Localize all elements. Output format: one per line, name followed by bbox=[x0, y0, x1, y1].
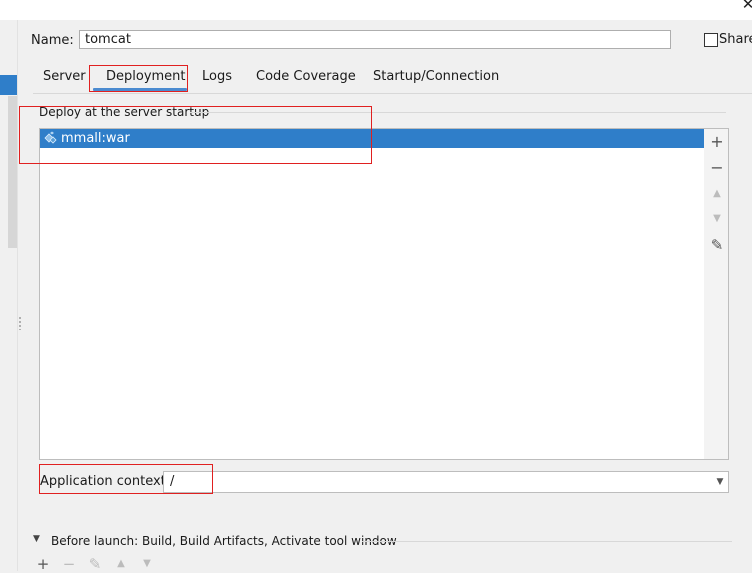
move-up-icon[interactable]: ▲ bbox=[707, 184, 727, 204]
before-launch-label: Before launch: Build, Build Artifacts, A… bbox=[51, 534, 397, 548]
tab-startup-connection[interactable]: Startup/Connection bbox=[367, 67, 505, 87]
left-panel-scrollbar[interactable] bbox=[8, 96, 17, 248]
chevron-down-icon[interactable]: ▼ bbox=[713, 472, 727, 492]
annotation-box-application-context bbox=[39, 464, 213, 494]
before-launch-add-icon[interactable]: + bbox=[35, 556, 51, 572]
edit-icon[interactable]: ✎ bbox=[707, 235, 727, 255]
before-launch-remove-icon[interactable]: − bbox=[61, 556, 77, 572]
before-launch-edit-icon[interactable]: ✎ bbox=[87, 556, 103, 572]
before-launch-move-up-icon[interactable]: ▲ bbox=[113, 556, 129, 572]
add-icon[interactable]: + bbox=[707, 132, 727, 152]
tab-server[interactable]: Server bbox=[37, 67, 92, 87]
tab-logs[interactable]: Logs bbox=[196, 67, 238, 87]
close-icon[interactable]: ✕ bbox=[741, 0, 752, 12]
tab-code-coverage[interactable]: Code Coverage bbox=[250, 67, 362, 87]
share-label[interactable]: Share bbox=[719, 32, 752, 47]
name-label: Name: bbox=[31, 33, 74, 48]
before-launch-divider bbox=[362, 541, 732, 542]
annotation-box-deployment-tab bbox=[89, 65, 188, 92]
before-launch-move-down-icon[interactable]: ▼ bbox=[139, 556, 155, 572]
left-panel-selected-item[interactable] bbox=[0, 75, 17, 95]
splitter-handle[interactable] bbox=[18, 316, 22, 330]
annotation-box-deploy-list bbox=[19, 106, 372, 164]
name-input[interactable]: tomcat bbox=[79, 30, 671, 49]
deploy-artifact-list[interactable] bbox=[39, 128, 705, 460]
collapse-arrow-icon[interactable]: ▼ bbox=[33, 534, 40, 544]
remove-icon[interactable]: − bbox=[707, 158, 727, 178]
tabs-divider bbox=[33, 93, 752, 94]
application-context-input[interactable]: / bbox=[163, 471, 729, 493]
share-checkbox[interactable] bbox=[704, 33, 718, 47]
top-strip bbox=[0, 0, 752, 20]
move-down-icon[interactable]: ▼ bbox=[707, 209, 727, 229]
